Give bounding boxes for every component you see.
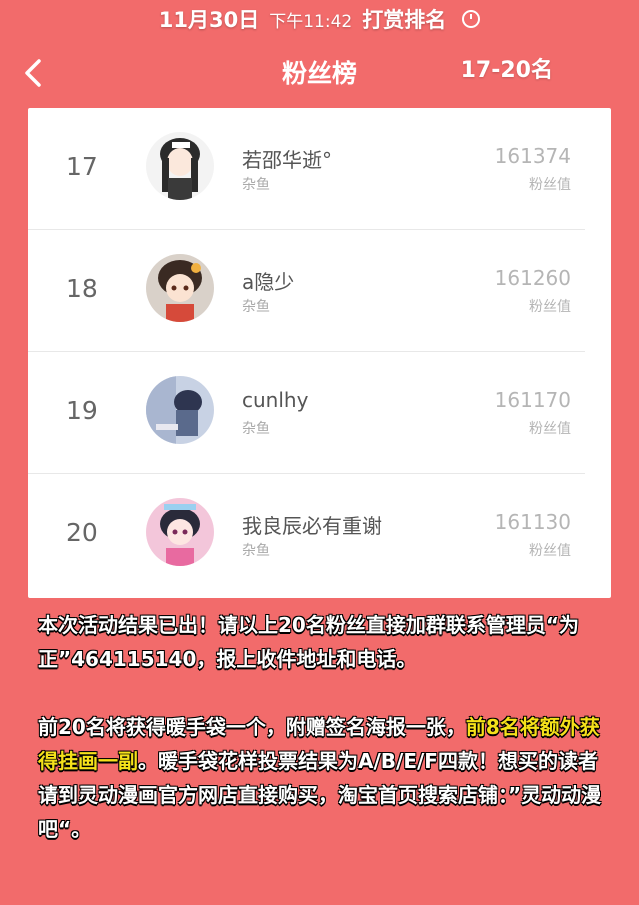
user-name: cunlhy [242,388,309,412]
announcement-text: 本次活动结果已出！请以上20名粉丝直接加群联系管理员“为正”464115140，… [38,608,608,846]
banner-title: 打赏排名 [362,8,447,32]
user-tag: 杂鱼 [242,177,270,193]
banner-date: 11月30日 [158,8,260,32]
list-item[interactable]: 19 cunlhy 杂鱼 161170 粉丝值 [28,352,611,474]
list-item[interactable]: 18 a隐少 杂鱼 161260 粉丝值 [28,230,611,352]
fan-score: 161260 [494,266,571,290]
announcement-paragraph-1: 本次活动结果已出！请以上20名粉丝直接加群联系管理员“为正”464115140，… [38,613,579,671]
user-name: 我良辰必有重谢 [242,514,382,538]
announcement-text-a: 前20名将获得暖手袋一个，附赠签名海报一张， [38,715,466,739]
fan-score-label: 粉丝值 [529,299,571,315]
fan-score-label: 粉丝值 [529,421,571,437]
user-name: a隐少 [242,270,295,294]
rank-range-label: 17-20名 [460,58,553,83]
fan-score: 161374 [494,144,571,168]
banner-time: 下午11:42 [269,11,353,32]
top-banner: 11月30日 下午11:42 打赏排名 [0,0,639,38]
avatar[interactable] [146,254,214,322]
avatar[interactable] [146,376,214,444]
list-item[interactable]: 17 若邵华逝° 杂鱼 161374 粉丝值 [28,108,611,230]
announcement-paragraph-2: 前20名将获得暖手袋一个，附赠签名海报一张，前8名将额外获得挂画一副。暖手袋花样… [38,710,608,846]
rank-number: 17 [66,152,98,181]
avatar[interactable] [146,498,214,566]
rank-number: 19 [66,396,98,425]
rank-number: 20 [66,518,98,547]
user-tag: 杂鱼 [242,299,270,315]
avatar[interactable] [146,132,214,200]
fan-score-label: 粉丝值 [529,543,571,559]
user-tag: 杂鱼 [242,421,270,437]
leaderboard-list: 17 若邵华逝° 杂鱼 161374 粉丝值 18 a隐少 杂鱼 161260 … [28,108,611,598]
rank-number: 18 [66,274,98,303]
fan-score-label: 粉丝值 [529,177,571,193]
user-name: 若邵华逝° [242,148,332,172]
list-item[interactable]: 20 我良辰必有重谢 杂鱼 161130 粉丝值 [28,474,611,596]
fan-score: 161170 [494,388,571,412]
user-tag: 杂鱼 [242,543,270,559]
clock-icon [462,10,481,28]
fan-score: 161130 [494,510,571,534]
nav-bar: 粉丝榜 17-20名 [0,40,639,104]
